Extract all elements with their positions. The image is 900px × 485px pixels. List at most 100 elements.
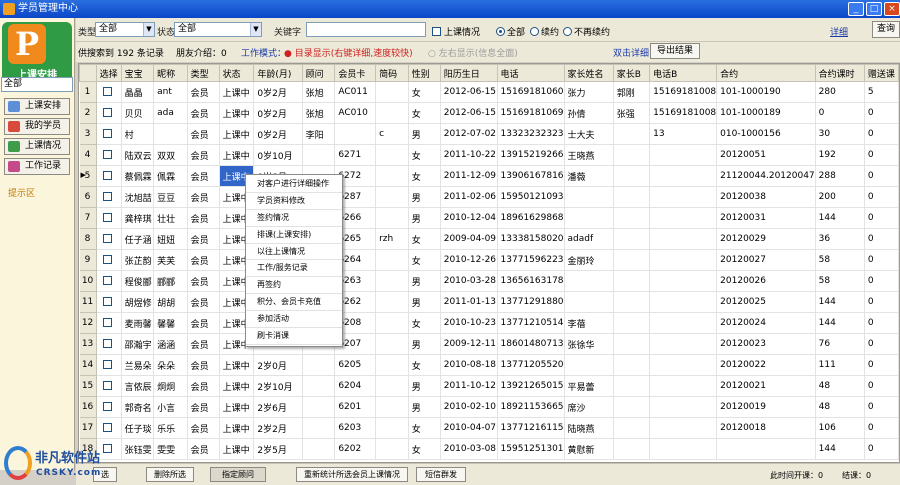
- table-cell[interactable]: 15169181069: [497, 102, 565, 124]
- table-cell[interactable]: 13338158020: [497, 228, 565, 250]
- table-cell[interactable]: 潘薇: [564, 165, 614, 187]
- table-cell[interactable]: 111: [815, 354, 865, 376]
- table-cell[interactable]: 炯炯: [153, 375, 188, 397]
- table-cell[interactable]: [613, 312, 651, 334]
- table-cell[interactable]: 会员: [187, 438, 220, 460]
- table-cell[interactable]: 20120023: [716, 333, 816, 355]
- table-cell[interactable]: [613, 249, 651, 271]
- table-cell[interactable]: 女: [408, 102, 441, 124]
- recount-button[interactable]: 重新统计所选会员上课情况: [296, 467, 408, 482]
- table-row[interactable]: 3 村 会员 上课中 0岁2月 李阳 c 男 2012-07-02 13323232323 士大夫 1…: [79, 123, 899, 145]
- table-cell[interactable]: 涵涵: [153, 333, 188, 355]
- table-cell[interactable]: 2011-10-22: [440, 144, 498, 166]
- table-cell[interactable]: [649, 228, 718, 250]
- table-cell[interactable]: 乐乐: [153, 417, 188, 439]
- table-cell[interactable]: 20120051: [716, 144, 816, 166]
- table-cell[interactable]: [375, 291, 409, 313]
- column-header[interactable]: 阳历生日: [439, 64, 498, 82]
- query-button[interactable]: 查询: [872, 21, 900, 38]
- table-cell[interactable]: 金丽玲: [564, 249, 614, 271]
- table-cell[interactable]: [375, 102, 409, 124]
- table-cell[interactable]: 30: [815, 123, 865, 145]
- row-select-checkbox[interactable]: [96, 165, 122, 187]
- table-cell[interactable]: [302, 396, 336, 418]
- table-cell[interactable]: 郦郦: [153, 270, 188, 292]
- table-cell[interactable]: 双双: [153, 144, 188, 166]
- table-cell[interactable]: 孙倩: [564, 102, 614, 124]
- table-cell[interactable]: 胡煜修: [121, 291, 155, 313]
- context-menu-item[interactable]: 以往上课情况: [246, 244, 342, 261]
- radio-all[interactable]: 全部: [496, 25, 525, 38]
- close-button[interactable]: ×: [884, 2, 900, 16]
- column-header[interactable]: 电话B: [649, 64, 718, 82]
- table-cell[interactable]: 张强: [613, 102, 651, 124]
- table-cell[interactable]: [649, 438, 718, 460]
- table-cell[interactable]: 0: [864, 291, 899, 313]
- table-cell[interactable]: 会员: [187, 312, 220, 334]
- table-cell[interactable]: [613, 228, 651, 250]
- table-cell[interactable]: 芙芙: [153, 249, 188, 271]
- column-header[interactable]: 合约课时: [814, 64, 865, 82]
- context-menu-item[interactable]: 签约情况: [246, 210, 342, 227]
- table-cell[interactable]: [375, 417, 409, 439]
- row-select-checkbox[interactable]: [96, 375, 122, 397]
- table-cell[interactable]: 20120021: [716, 375, 816, 397]
- table-cell[interactable]: [375, 144, 409, 166]
- table-row[interactable]: 6 沈旭喆 豆豆 会员 上课中 6287 男 2011-02-06 15950121093 201…: [79, 186, 899, 208]
- table-cell[interactable]: 0岁2月: [253, 81, 303, 103]
- table-cell[interactable]: 13921265015: [497, 375, 565, 397]
- row-select-checkbox[interactable]: [96, 81, 122, 103]
- table-cell[interactable]: 会员: [187, 249, 220, 271]
- table-cell[interactable]: 任子琰: [121, 417, 155, 439]
- table-cell[interactable]: 0: [864, 207, 899, 229]
- column-header[interactable]: 状态: [218, 64, 255, 82]
- table-cell[interactable]: [375, 333, 409, 355]
- table-cell[interactable]: 101-1000190: [716, 81, 816, 103]
- status-select[interactable]: 全部 ▼: [174, 22, 262, 37]
- column-header[interactable]: 宝宝: [120, 64, 155, 82]
- table-cell[interactable]: 上课中: [219, 354, 255, 376]
- table-cell[interactable]: 任子涵: [121, 228, 155, 250]
- table-row[interactable]: 9 张芷韵 芙芙 会员 上课中 6264 女 2010-12-26 13771596223 金丽玲…: [79, 249, 899, 271]
- table-cell[interactable]: 200: [815, 186, 865, 208]
- table-cell[interactable]: 58: [815, 249, 865, 271]
- column-header[interactable]: 昵称: [153, 64, 188, 82]
- table-cell[interactable]: 13: [649, 123, 718, 145]
- context-menu-item[interactable]: 参加活动: [246, 311, 342, 329]
- table-cell[interactable]: 144: [815, 291, 865, 313]
- table-cell[interactable]: 士大夫: [564, 123, 614, 145]
- table-cell[interactable]: 36: [815, 228, 865, 250]
- table-cell[interactable]: 女: [408, 249, 441, 271]
- table-cell[interactable]: 0: [864, 438, 899, 460]
- column-header[interactable]: 简码: [375, 64, 409, 82]
- table-cell[interactable]: 6201: [334, 396, 377, 418]
- table-cell[interactable]: 上课中: [219, 81, 255, 103]
- table-cell[interactable]: [375, 186, 409, 208]
- table-cell[interactable]: 0: [864, 333, 899, 355]
- table-row[interactable]: 17 任子琰 乐乐 会员 上课中 2岁2月 6203 女 2010-04-07 137712161…: [79, 417, 899, 439]
- table-cell[interactable]: 女: [408, 144, 441, 166]
- table-cell[interactable]: 会员: [187, 207, 220, 229]
- table-cell[interactable]: 20120025: [716, 291, 816, 313]
- table-cell[interactable]: 女: [408, 81, 441, 103]
- table-cell[interactable]: 20120024: [716, 312, 816, 334]
- table-cell[interactable]: 男: [408, 375, 441, 397]
- column-header[interactable]: 类型: [186, 64, 220, 82]
- table-cell[interactable]: 女: [408, 312, 441, 334]
- table-cell[interactable]: 101-1000189: [716, 102, 816, 124]
- table-cell[interactable]: 48: [815, 375, 865, 397]
- row-select-checkbox[interactable]: [96, 291, 122, 313]
- table-cell[interactable]: [613, 396, 651, 418]
- table-cell[interactable]: 2011-12-09: [440, 165, 498, 187]
- table-cell[interactable]: 张旭: [302, 81, 336, 103]
- table-cell[interactable]: [564, 354, 614, 376]
- table-cell[interactable]: [564, 270, 614, 292]
- table-cell[interactable]: [302, 417, 336, 439]
- column-header[interactable]: 选择: [95, 64, 122, 82]
- table-cell[interactable]: [613, 438, 651, 460]
- table-cell[interactable]: 蔡佩霖: [121, 165, 155, 187]
- table-cell[interactable]: 会员: [187, 102, 220, 124]
- table-cell[interactable]: [649, 354, 718, 376]
- keyword-input[interactable]: [306, 22, 426, 37]
- table-cell[interactable]: 李阳: [302, 123, 336, 145]
